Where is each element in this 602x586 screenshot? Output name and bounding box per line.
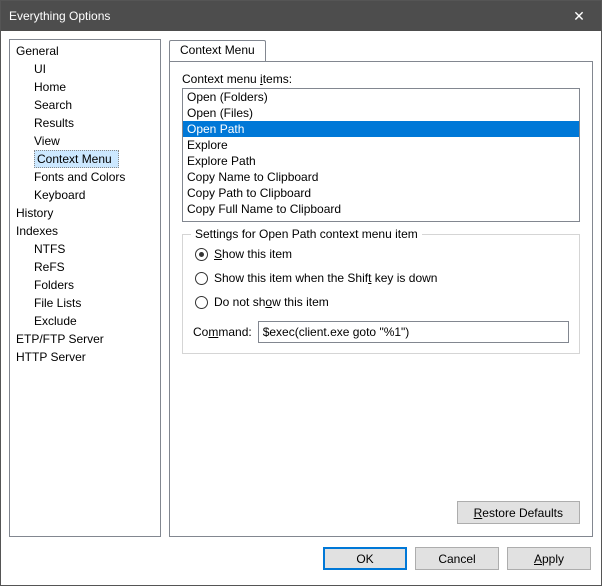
tree-item[interactable]: ETP/FTP Server [10, 330, 160, 348]
tab-context-menu[interactable]: Context Menu [169, 40, 266, 62]
category-tree[interactable]: GeneralUIHomeSearchResultsViewContext Me… [9, 39, 161, 537]
tree-item[interactable]: Results [10, 114, 160, 132]
command-row: Command: [193, 321, 569, 343]
list-label: Context menu items: [182, 72, 580, 86]
close-button[interactable]: ✕ [557, 1, 601, 31]
tree-item[interactable]: NTFS [10, 240, 160, 258]
radio-label: Show this item [214, 247, 292, 261]
tree-item[interactable]: Home [10, 78, 160, 96]
radio-label: Do not show this item [214, 295, 329, 309]
tree-item[interactable]: UI [10, 60, 160, 78]
tree-item[interactable]: View [10, 132, 160, 150]
ok-button[interactable]: OK [323, 547, 407, 570]
tree-item[interactable]: Folders [10, 276, 160, 294]
radio-option[interactable]: Show this item when the Shift key is dow… [195, 271, 569, 285]
tree-item[interactable]: ReFS [10, 258, 160, 276]
command-input[interactable] [258, 321, 569, 343]
tree-item[interactable]: Indexes [10, 222, 160, 240]
tree-item[interactable]: Keyboard [10, 186, 160, 204]
list-item[interactable]: Open (Files) [183, 105, 579, 121]
command-label: Command: [193, 325, 252, 339]
restore-defaults-button[interactable]: Restore Defaults [457, 501, 580, 524]
list-item[interactable]: Explore Path [183, 153, 579, 169]
radio-label: Show this item when the Shift key is dow… [214, 271, 437, 285]
radio-icon [195, 248, 208, 261]
right-panel: Context Menu Context menu items: Open (F… [169, 39, 593, 537]
settings-group: Settings for Open Path context menu item… [182, 234, 580, 354]
radio-option[interactable]: Show this item [195, 247, 569, 261]
radio-option[interactable]: Do not show this item [195, 295, 569, 309]
context-menu-items-list[interactable]: Open (Folders)Open (Files)Open PathExplo… [182, 88, 580, 222]
dialog-buttons: OK Cancel Apply [1, 537, 601, 580]
tree-item[interactable]: Exclude [10, 312, 160, 330]
cancel-button[interactable]: Cancel [415, 547, 499, 570]
list-item[interactable]: Copy Path to Clipboard [183, 185, 579, 201]
radio-icon [195, 296, 208, 309]
tab-strip: Context Menu [169, 39, 593, 61]
tab-body: Context menu items: Open (Folders)Open (… [169, 61, 593, 537]
tree-item[interactable]: Context Menu [34, 150, 119, 168]
list-item[interactable]: Copy Full Name to Clipboard [183, 201, 579, 217]
tree-item[interactable]: File Lists [10, 294, 160, 312]
radio-icon [195, 272, 208, 285]
title-bar: Everything Options ✕ [1, 1, 601, 31]
content-area: GeneralUIHomeSearchResultsViewContext Me… [1, 31, 601, 537]
tree-item[interactable]: Search [10, 96, 160, 114]
window-title: Everything Options [9, 9, 557, 23]
tree-item[interactable]: History [10, 204, 160, 222]
list-item[interactable]: Copy Name to Clipboard [183, 169, 579, 185]
close-icon: ✕ [573, 8, 585, 25]
settings-legend: Settings for Open Path context menu item [191, 227, 422, 241]
tree-item[interactable]: HTTP Server [10, 348, 160, 366]
list-item[interactable]: Open Path [183, 121, 579, 137]
tree-item[interactable]: General [10, 42, 160, 60]
apply-button[interactable]: Apply [507, 547, 591, 570]
tree-item[interactable]: Fonts and Colors [10, 168, 160, 186]
list-item[interactable]: Explore [183, 137, 579, 153]
list-item[interactable]: Open (Folders) [183, 89, 579, 105]
